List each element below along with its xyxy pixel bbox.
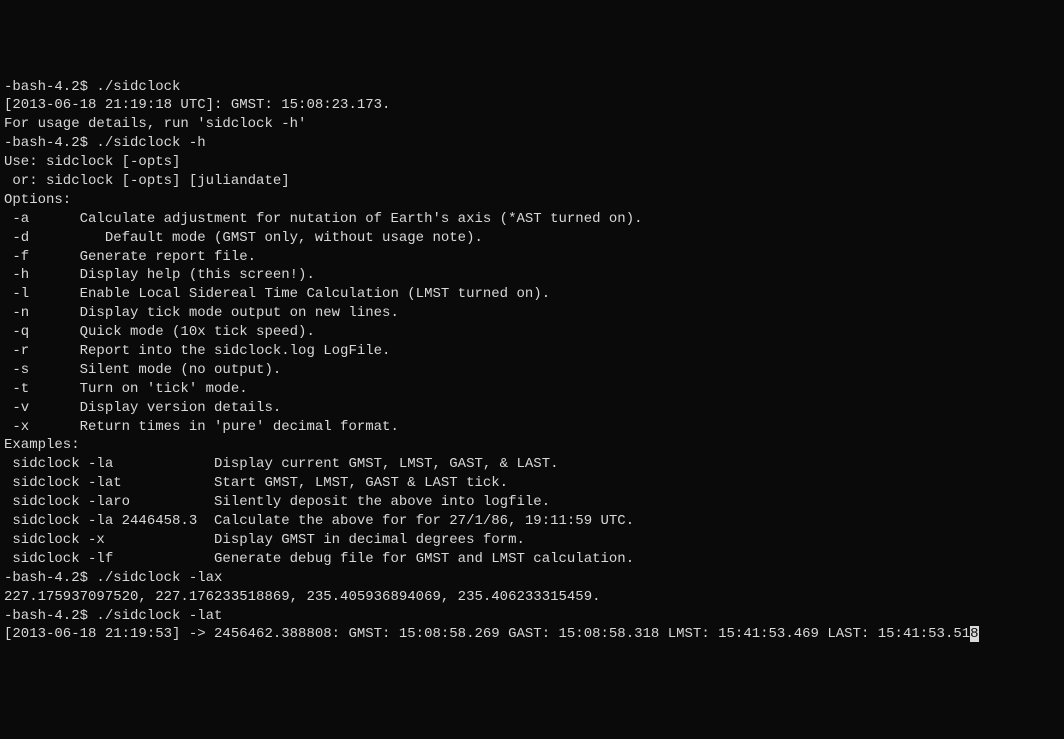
help-usage-line: Use: sidclock [-opts] [4, 153, 1060, 172]
help-option-v: -v Display version details. [4, 399, 1060, 418]
terminal-output: -bash-4.2$ ./sidclock[2013-06-18 21:19:1… [4, 78, 1060, 645]
prompt-line[interactable]: -bash-4.2$ ./sidclock [4, 78, 1060, 97]
prompt-line[interactable]: -bash-4.2$ ./sidclock -lat [4, 607, 1060, 626]
output-line: [2013-06-18 21:19:18 UTC]: GMST: 15:08:2… [4, 96, 1060, 115]
help-example-line: sidclock -la Display current GMST, LMST,… [4, 455, 1060, 474]
help-example-line: sidclock -la 2446458.3 Calculate the abo… [4, 512, 1060, 531]
help-option-x: -x Return times in 'pure' decimal format… [4, 418, 1060, 437]
help-option-r: -r Report into the sidclock.log LogFile. [4, 342, 1060, 361]
tick-output-text: [2013-06-18 21:19:53] -> 2456462.388808:… [4, 626, 970, 642]
output-line: 227.175937097520, 227.176233518869, 235.… [4, 588, 1060, 607]
help-example-line: sidclock -lf Generate debug file for GMS… [4, 550, 1060, 569]
output-tick-line: [2013-06-18 21:19:53] -> 2456462.388808:… [4, 625, 1060, 644]
help-option-q: -q Quick mode (10x tick speed). [4, 323, 1060, 342]
help-option-d: -d Default mode (GMST only, without usag… [4, 229, 1060, 248]
help-option-l: -l Enable Local Sidereal Time Calculatio… [4, 285, 1060, 304]
help-examples-header: Examples: [4, 436, 1060, 455]
help-option-f: -f Generate report file. [4, 248, 1060, 267]
help-usage-line: or: sidclock [-opts] [juliandate] [4, 172, 1060, 191]
help-option-a: -a Calculate adjustment for nutation of … [4, 210, 1060, 229]
help-option-n: -n Display tick mode output on new lines… [4, 304, 1060, 323]
help-example-line: sidclock -laro Silently deposit the abov… [4, 493, 1060, 512]
prompt-line[interactable]: -bash-4.2$ ./sidclock -lax [4, 569, 1060, 588]
output-line: For usage details, run 'sidclock -h' [4, 115, 1060, 134]
help-option-t: -t Turn on 'tick' mode. [4, 380, 1060, 399]
help-option-h: -h Display help (this screen!). [4, 266, 1060, 285]
help-options-header: Options: [4, 191, 1060, 210]
cursor-highlight: 8 [970, 626, 978, 642]
help-option-s: -s Silent mode (no output). [4, 361, 1060, 380]
help-example-line: sidclock -lat Start GMST, LMST, GAST & L… [4, 474, 1060, 493]
help-example-line: sidclock -x Display GMST in decimal degr… [4, 531, 1060, 550]
prompt-line[interactable]: -bash-4.2$ ./sidclock -h [4, 134, 1060, 153]
